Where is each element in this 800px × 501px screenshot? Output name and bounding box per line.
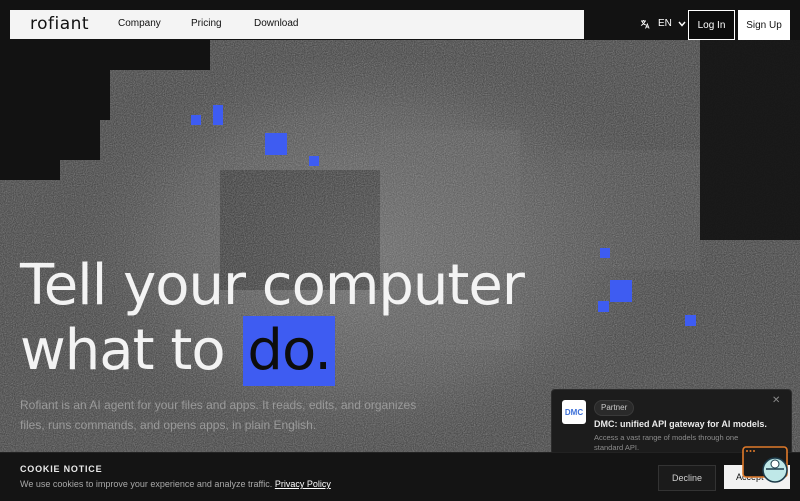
- top-navigation: rofiant Company Pricing Download: [10, 10, 584, 39]
- headline-highlight: do.: [243, 316, 336, 386]
- close-icon[interactable]: ✕: [772, 395, 780, 406]
- privacy-policy-link[interactable]: Privacy Policy: [275, 479, 331, 489]
- partner-description: Access a vast range of models through on…: [594, 433, 739, 452]
- hero-headline: Tell your computer what to do.: [20, 253, 525, 386]
- signup-button[interactable]: Sign Up: [738, 10, 790, 40]
- language-label: EN: [658, 18, 672, 29]
- headline-line-2: what to do.: [20, 316, 524, 386]
- cookie-title: COOKIE NOTICE: [20, 464, 103, 474]
- brand-logo[interactable]: rofiant: [30, 14, 89, 34]
- partner-logo: DMC: [562, 400, 586, 424]
- headline-line-1: Tell your computer: [20, 253, 525, 318]
- nav-link-download[interactable]: Download: [254, 18, 298, 29]
- hero-subtext: Rofiant is an AI agent for your files an…: [20, 398, 417, 432]
- nav-link-company[interactable]: Company: [118, 18, 161, 29]
- cookie-text: We use cookies to improve your experienc…: [20, 479, 331, 489]
- partner-title[interactable]: DMC: unified API gateway for AI models.: [594, 419, 767, 429]
- language-selector[interactable]: EN: [640, 18, 686, 29]
- partner-badge: Partner: [594, 400, 635, 416]
- decline-button[interactable]: Decline: [658, 465, 716, 491]
- headline-line-2-prefix: what to: [20, 318, 226, 383]
- chevron-down-icon: [678, 21, 686, 27]
- accent-pixel: [610, 280, 632, 302]
- accent-pixel: [685, 315, 696, 326]
- accent-pixel: [309, 156, 319, 166]
- nav-link-pricing[interactable]: Pricing: [191, 18, 222, 29]
- accent-pixel: [598, 301, 609, 312]
- accent-pixel: [265, 133, 287, 155]
- accent-pixel: [191, 115, 201, 125]
- translate-icon: [640, 19, 650, 29]
- accent-pixel: [213, 105, 223, 125]
- accent-pixel: [600, 248, 610, 258]
- cookie-notice: COOKIE NOTICE We use cookies to improve …: [0, 452, 800, 501]
- login-button[interactable]: Log In: [688, 10, 735, 40]
- chat-widget-icon[interactable]: [742, 445, 790, 485]
- cookie-message: We use cookies to improve your experienc…: [20, 479, 273, 489]
